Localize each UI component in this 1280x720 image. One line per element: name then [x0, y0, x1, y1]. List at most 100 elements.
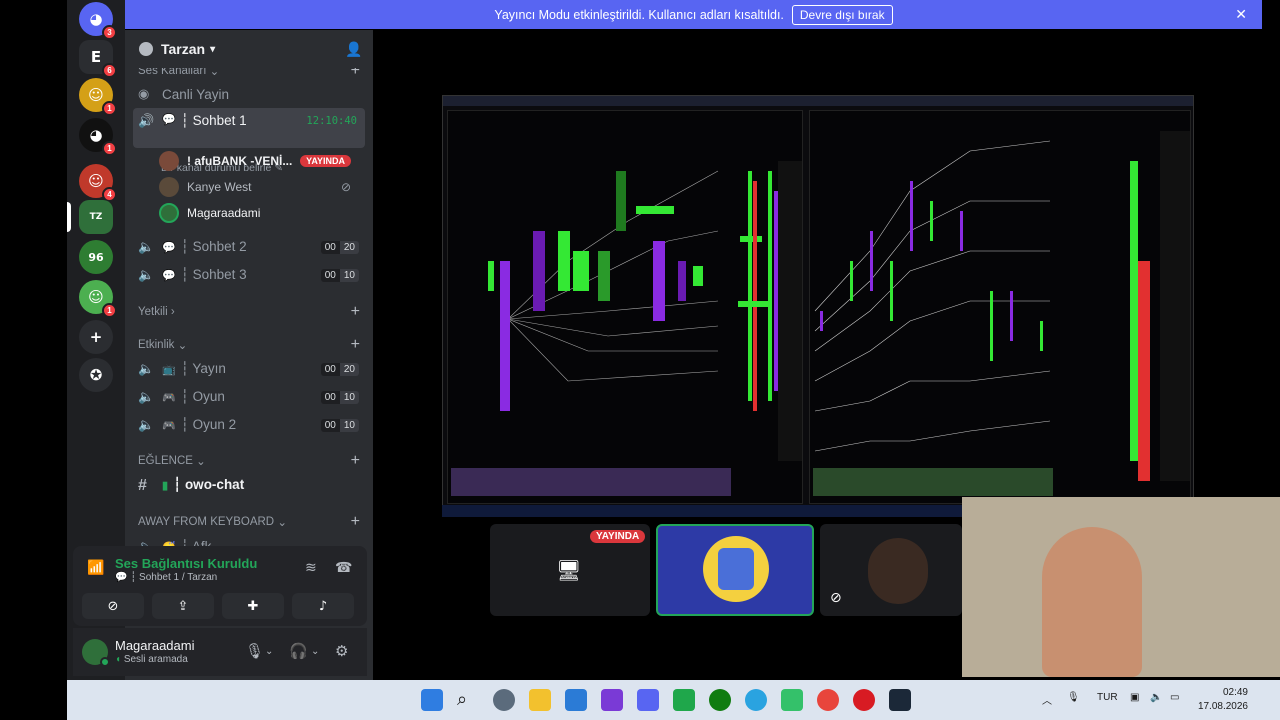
- noise-suppression-icon[interactable]: ≋: [305, 560, 317, 576]
- add-channel-icon[interactable]: +: [351, 513, 360, 531]
- speech-bubble-icon: 💬: [162, 241, 176, 254]
- unread-badge: 6: [102, 63, 117, 78]
- keyboard-language[interactable]: TUR: [1097, 692, 1118, 703]
- category-etkinlik[interactable]: Etkinlik ⌄ +: [138, 336, 360, 354]
- headphones-icon[interactable]: 🎧: [289, 642, 308, 660]
- file-explorer-icon[interactable]: [529, 689, 551, 711]
- speaker-icon: 🔈: [138, 361, 155, 376]
- unread-badge: 1: [102, 141, 117, 156]
- disconnect-icon[interactable]: ☎: [335, 560, 352, 576]
- category-yetkili[interactable]: Yetkili › +: [138, 303, 360, 321]
- voice-channel-oyun2[interactable]: 🔈 🎮 ┆ Oyun 2 00 10: [133, 411, 365, 439]
- speaker-icon: 🔊: [138, 113, 155, 128]
- search-icon[interactable]: ⌕: [457, 689, 479, 711]
- server-icon-avatar-3[interactable]: ☺ 1: [79, 280, 117, 318]
- telegram-icon[interactable]: [745, 689, 767, 711]
- discover-button[interactable]: ✪: [79, 358, 113, 392]
- add-server-button[interactable]: +: [79, 320, 113, 354]
- server-name: Tarzan: [161, 41, 206, 57]
- voice-member-2[interactable]: Kanye West ⊘: [159, 175, 359, 199]
- user-status: ◖ Sesli aramada: [115, 654, 188, 665]
- green-app-icon[interactable]: [673, 689, 695, 711]
- start-icon[interactable]: [421, 689, 443, 711]
- camera-off-button[interactable]: ⊘: [82, 593, 144, 619]
- activities-button[interactable]: ✚: [222, 593, 284, 619]
- taskbar-left-black: [0, 680, 67, 720]
- voice-channel-yayin[interactable]: 🔈 📺 ┆ Yayın 00 20: [133, 355, 365, 383]
- disable-streamer-mode-button[interactable]: Devre dışı bırak: [791, 4, 893, 25]
- screen-share-icon: ⇪: [177, 598, 189, 614]
- battery-icon[interactable]: ▭: [1170, 692, 1179, 703]
- settings-gear-icon[interactable]: ⚙: [335, 642, 348, 660]
- server-icon-discord-2[interactable]: ◕ 1: [79, 118, 117, 156]
- chrome-icon[interactable]: [817, 689, 839, 711]
- settings-icon[interactable]: [493, 689, 515, 711]
- voice-member-3[interactable]: Magaraadami: [159, 201, 359, 225]
- soundboard-icon: ♪: [318, 598, 328, 614]
- mic-options-chevron-icon[interactable]: ⌄: [265, 646, 273, 657]
- avatar: [159, 177, 179, 197]
- server-icon-96[interactable]: 96: [79, 240, 113, 274]
- voice-channel-canli[interactable]: ◉ Canli Yayin: [133, 80, 365, 108]
- user-limit-badge: 00 20: [320, 362, 359, 376]
- chevron-right-icon: ›: [170, 306, 175, 318]
- headphones-options-chevron-icon[interactable]: ⌄: [311, 646, 319, 657]
- stream-tile-preview[interactable]: YAYINDA 🖥: [490, 524, 650, 616]
- avatar: [159, 203, 179, 223]
- participant-tile-magaraadami[interactable]: [656, 524, 814, 616]
- speaker-icon: 🔈: [138, 389, 155, 404]
- soundboard-button[interactable]: ♪: [292, 593, 354, 619]
- camera-off-icon: ⊘: [107, 598, 119, 614]
- server-icon-tarzan[interactable]: TZ: [67, 200, 113, 234]
- close-icon[interactable]: ✕: [1235, 6, 1247, 23]
- add-channel-icon[interactable]: +: [351, 452, 360, 470]
- server-icon-e[interactable]: E 6: [79, 40, 117, 78]
- xbox-icon[interactable]: [709, 689, 731, 711]
- unread-badge: 1: [102, 303, 117, 318]
- voice-channel-sohbet1[interactable]: 🔊 💬 ┆ Sohbet 1 12:10:40: [133, 108, 365, 148]
- activities-icon: ✚: [247, 598, 259, 614]
- user-name[interactable]: Magaraadami: [115, 638, 195, 653]
- whatsapp-like-icon[interactable]: [781, 689, 803, 711]
- voice-status-sub[interactable]: 💬 ┆ Sohbet 1 / Tarzan: [115, 572, 217, 583]
- speech-bubble-icon: 💬: [162, 114, 176, 126]
- category-afk[interactable]: AWAY FROM KEYBOARD ⌄ +: [138, 513, 360, 531]
- user-limit-badge: 00 10: [320, 268, 359, 282]
- opera-icon[interactable]: [853, 689, 875, 711]
- photos-icon[interactable]: [565, 689, 587, 711]
- hashtag-icon: #: [138, 477, 147, 494]
- participant-tile-kanye[interactable]: ⊘: [820, 524, 962, 616]
- network-icon[interactable]: ▣: [1130, 692, 1139, 703]
- discord-home-button[interactable]: ◕ 3: [79, 2, 117, 40]
- online-status-icon: [100, 657, 110, 667]
- server-header[interactable]: Tarzan ▾ 👤: [125, 30, 373, 68]
- add-channel-icon[interactable]: +: [351, 303, 360, 321]
- text-channel-owo[interactable]: # ▮ ┆ owo-chat: [133, 471, 365, 499]
- voice-channel-sohbet2[interactable]: 🔈 💬 ┆ Sohbet 2 00 20: [133, 233, 365, 261]
- avatar-icon: ☺: [88, 86, 104, 104]
- voice-status-title[interactable]: Ses Bağlantısı Kuruldu: [115, 556, 257, 571]
- chart-pane-left: [447, 110, 803, 504]
- discord-logo-icon: ◕: [89, 126, 103, 144]
- tray-mic-icon[interactable]: 🎙: [1067, 692, 1080, 703]
- discord-taskbar-icon[interactable]: [637, 689, 659, 711]
- category-eglence[interactable]: EĞLENCE ⌄ +: [138, 452, 360, 470]
- volume-icon[interactable]: 🔈: [1150, 692, 1162, 703]
- voice-member-1[interactable]: ! afuBANK -VENİ... YAYINDA: [159, 149, 359, 173]
- voice-channel-oyun[interactable]: 🔈 🎮 ┆ Oyun 00 10: [133, 383, 365, 411]
- add-user-icon[interactable]: 👤: [345, 41, 362, 57]
- app-icon[interactable]: [601, 689, 623, 711]
- robot-mascot-icon: [718, 548, 754, 590]
- tray-chevron-icon[interactable]: ︿: [1042, 692, 1052, 707]
- server-icon-avatar-2[interactable]: ☺ 4: [79, 164, 117, 202]
- system-clock[interactable]: 02:49 17.08.2026: [1198, 686, 1248, 714]
- server-icon-avatar-1[interactable]: ☺ 1: [79, 78, 117, 116]
- add-channel-icon[interactable]: +: [351, 336, 360, 354]
- steam-icon[interactable]: [889, 689, 911, 711]
- screen-share-button[interactable]: ⇪: [152, 593, 214, 619]
- voice-channel-sohbet3[interactable]: 🔈 💬 ┆ Sohbet 3 00 10: [133, 261, 365, 289]
- mic-muted-icon: ⊘: [830, 590, 842, 606]
- shared-screen-stream[interactable]: [442, 95, 1194, 517]
- compass-icon: ✪: [89, 366, 103, 384]
- microphone-icon[interactable]: 🎙: [245, 642, 264, 660]
